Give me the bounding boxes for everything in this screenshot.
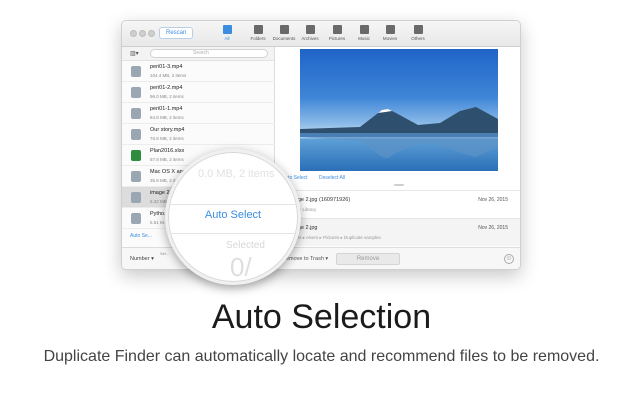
document-icon [279,25,289,34]
tab-label: Archives [301,36,319,41]
video-file-icon [131,87,141,98]
video-file-icon [131,108,141,119]
toolbar: Rescan All Folders Documents Archives Pi… [122,21,520,47]
duplicate-row[interactable]: image 2.jpg ...hers ▸ elvers ▸ Pictures … [275,218,520,246]
duplicate-date: Nov 26, 2015 [478,225,508,231]
tab-label: Pictures [328,36,346,41]
subtitle: Duplicate Finder can automatically locat… [43,348,600,365]
list-item[interactable]: peri01-3.mp4 104.4 MB, 2 items [122,61,275,82]
duplicate-date: Nov 26, 2015 [478,197,508,203]
trash-mode-select[interactable]: Remove to Trash ▾ [282,256,328,262]
zoom-window-button[interactable] [148,30,155,37]
list-item[interactable]: Our story.mp4 76.8 MB, 2 items [122,124,275,145]
file-meta: 76.8 MB, 2 items [150,136,184,141]
archive-icon [305,25,315,34]
view-mode-button[interactable]: ▥▾ [130,50,144,58]
sort-select[interactable]: Number ▾ [130,256,154,262]
close-window-button[interactable] [130,30,137,37]
file-name: Plan2016.xlsx [150,148,185,154]
excel-file-icon [131,150,141,161]
file-meta: 6.32 MB [150,199,167,204]
file-meta: 104.4 MB, 2 items [150,73,187,78]
duplicate-row[interactable]: image 2.jpg (160971926) ...otos Library … [275,190,520,218]
file-name: Our story.mp4 [150,127,185,133]
picture-icon [332,25,342,34]
file-meta: 96.0 MB, 2 items [150,94,184,99]
tab-label: Music [358,36,370,41]
remove-button[interactable]: Remove [336,253,400,265]
folder-icon [253,25,263,34]
others-icon [413,25,423,34]
magnified-meta: 0.0 MB, 2 items [198,168,275,180]
split-handle[interactable] [394,184,404,186]
tab-label: Documents [272,36,296,41]
preview-landscape [300,107,498,158]
preview-actions: Auto Select Deselect All [282,175,355,181]
tab-label: Movies [382,36,398,41]
auto-select-button-sidebar[interactable]: Auto Se... [130,233,152,239]
magnified-count: 0/ [230,252,252,282]
magnified-auto-select-button[interactable]: Auto Select [168,209,298,221]
tab-label: All [224,36,230,41]
sidebar-header: ▥▾ Search [122,47,274,61]
magnified-selected-label: Selected [226,240,265,251]
rescan-button[interactable]: Rescan [159,27,194,39]
headline: Auto Selection [211,298,432,336]
tab-all[interactable]: All [212,25,242,41]
file-name: peri01-2.mp4 [150,85,183,91]
minimize-window-button[interactable] [139,30,146,37]
selected-label: Sel... [160,251,170,256]
deselect-all-link[interactable]: Deselect All [319,175,345,181]
video-file-icon [131,66,141,77]
python-file-icon [131,213,141,224]
video-file-icon [131,129,141,140]
file-meta: 84.8 MB, 2 items [150,115,184,120]
tab-others[interactable]: Others [403,25,433,41]
image-preview [300,49,498,171]
image-file-icon [131,192,141,203]
duplicate-path: ...hers ▸ elvers ▸ Pictures ▸ Duplicate … [289,235,381,240]
file-meta: 57.8 MB, 2 items [150,157,184,162]
magnifier-lens: 0.0 MB, 2 items Auto Select Selected 0/ … [165,149,301,285]
music-icon [359,25,369,34]
file-name: peri01-3.mp4 [150,64,183,70]
movie-icon [385,25,395,34]
file-name: peri01-1.mp4 [150,106,183,112]
list-item[interactable]: peri01-1.mp4 84.8 MB, 2 items [122,103,275,124]
feedback-smiley-icon[interactable]: ☺ [504,254,514,264]
magnified-chevron-icon: ▾ [176,260,183,274]
tab-movies[interactable]: Movies [375,25,405,41]
all-icon [222,25,232,34]
search-input[interactable]: Search [150,49,268,58]
tab-label: Folders [250,36,266,41]
tab-archives[interactable]: Archives [295,25,325,41]
tab-pictures[interactable]: Pictures [322,25,352,41]
tab-label: Others [411,36,425,41]
disk-image-icon [131,171,141,182]
list-item[interactable]: peri01-2.mp4 96.0 MB, 2 items [122,82,275,103]
